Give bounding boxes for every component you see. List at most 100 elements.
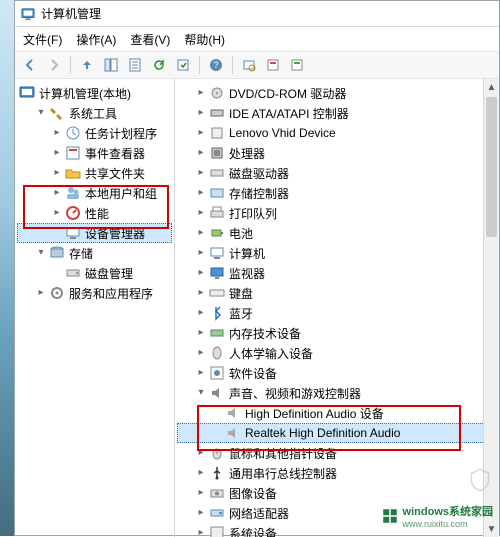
tree-item-local-users[interactable]: ▸ 本地用户和组 [17, 183, 172, 203]
expander-icon[interactable]: ▸ [51, 146, 63, 158]
scan-hardware-icon [242, 58, 256, 72]
tree-group-storage[interactable]: ▾ 存储 [17, 243, 172, 263]
device-category[interactable]: ▸DVD/CD-ROM 驱动器 [177, 83, 497, 103]
menu-file[interactable]: 文件(F) [23, 31, 62, 48]
back-icon [23, 58, 37, 72]
watermark-url: www.ruixitu.com [403, 519, 493, 529]
menu-view[interactable]: 查看(V) [130, 31, 170, 48]
expander-icon[interactable]: ▸ [51, 186, 63, 198]
svg-text:?: ? [213, 60, 218, 70]
computer-management-icon [19, 85, 35, 101]
back-button[interactable] [19, 54, 41, 76]
device-category[interactable]: ▸ 图像设备 [177, 483, 497, 503]
expander-icon[interactable]: ▸ [35, 286, 47, 298]
device-item[interactable]: Realtek High Definition Audio [177, 423, 497, 443]
device-category[interactable]: ▾声音、视频和游戏控制器 [177, 383, 497, 403]
expander-icon[interactable]: ▸ [195, 106, 207, 118]
expander-icon[interactable]: ▸ [195, 226, 207, 238]
title-bar[interactable]: 计算机管理 [15, 1, 499, 27]
tree-item-device-manager[interactable]: 设备管理器 [17, 223, 172, 243]
scan-hardware-button[interactable] [238, 54, 260, 76]
expander-icon[interactable]: ▸ [195, 326, 207, 338]
device-category[interactable]: ▸磁盘驱动器 [177, 163, 497, 183]
device-category-label: 内存技术设备 [229, 325, 301, 342]
device-category[interactable]: ▸打印队列 [177, 203, 497, 223]
up-icon [80, 58, 94, 72]
expander-icon[interactable]: ▸ [195, 346, 207, 358]
device-category-label: 存储控制器 [229, 185, 289, 202]
console-tree[interactable]: 计算机管理(本地) ▾ 系统工具 ▸ 任务计划程序 ▸ 事件查看器 [17, 83, 172, 303]
local-users-icon [65, 185, 81, 201]
expander-icon[interactable]: ▸ [195, 166, 207, 178]
expander-icon[interactable]: ▸ [195, 506, 207, 518]
device-category[interactable]: ▸Lenovo Vhid Device [177, 123, 497, 143]
tree-item-task-scheduler[interactable]: ▸ 任务计划程序 [17, 123, 172, 143]
device-category[interactable]: ▸处理器 [177, 143, 497, 163]
device-category[interactable]: ▸通用串行总线控制器 [177, 463, 497, 483]
device-props-button[interactable] [262, 54, 284, 76]
device-category[interactable]: ▸监视器 [177, 263, 497, 283]
device-category[interactable]: ▸计算机 [177, 243, 497, 263]
expander-icon[interactable]: ▸ [51, 206, 63, 218]
device-category[interactable]: ▸鼠标和其他指针设备 [177, 443, 497, 463]
expander-icon[interactable]: ▸ [195, 206, 207, 218]
expander-icon[interactable]: ▸ [195, 126, 207, 138]
export-button[interactable] [172, 54, 194, 76]
device-category[interactable]: ▸蓝牙 [177, 303, 497, 323]
forward-button[interactable] [43, 54, 65, 76]
tree-group-system-tools[interactable]: ▾ 系统工具 [17, 103, 172, 123]
up-button[interactable] [76, 54, 98, 76]
expander-icon[interactable]: ▸ [195, 86, 207, 98]
device-enable-button[interactable] [286, 54, 308, 76]
device-category[interactable]: ▸人体学输入设备 [177, 343, 497, 363]
expander-icon[interactable]: ▸ [195, 526, 207, 537]
ide-controller-icon [209, 105, 225, 121]
device-item[interactable]: High Definition Audio 设备 [177, 403, 497, 423]
scroll-up-arrow[interactable]: ▲ [484, 79, 499, 95]
print-queue-icon [209, 205, 225, 221]
expander-icon[interactable]: ▸ [195, 266, 207, 278]
expander-icon[interactable]: ▸ [51, 166, 63, 178]
menu-help[interactable]: 帮助(H) [184, 31, 225, 48]
refresh-button[interactable] [148, 54, 170, 76]
device-category-label: 图像设备 [229, 485, 277, 502]
keyboard-icon [209, 285, 225, 301]
device-category[interactable]: ▸软件设备 [177, 363, 497, 383]
device-category[interactable]: ▸电池 [177, 223, 497, 243]
expander-spacer [211, 426, 223, 438]
watermark-secondary [467, 467, 493, 493]
device-category-label: IDE ATA/ATAPI 控制器 [229, 105, 349, 122]
expander-icon[interactable]: ▸ [195, 466, 207, 478]
tree-item-shared-folders[interactable]: ▸ 共享文件夹 [17, 163, 172, 183]
expander-icon[interactable]: ▸ [195, 286, 207, 298]
tree-item-disk-management[interactable]: 磁盘管理 [17, 263, 172, 283]
expander-icon[interactable]: ▸ [195, 246, 207, 258]
help-button[interactable]: ? [205, 54, 227, 76]
expander-icon[interactable]: ▾ [35, 106, 47, 118]
menu-action[interactable]: 操作(A) [76, 31, 116, 48]
expander-icon[interactable]: ▾ [195, 386, 207, 398]
tree-group-services[interactable]: ▸ 服务和应用程序 [17, 283, 172, 303]
toolbar-separator [232, 56, 233, 74]
tree-root[interactable]: 计算机管理(本地) [17, 83, 172, 103]
expander-icon[interactable]: ▸ [195, 446, 207, 458]
expander-icon[interactable]: ▸ [195, 146, 207, 158]
expander-icon[interactable]: ▾ [35, 246, 47, 258]
tree-item-event-viewer[interactable]: ▸ 事件查看器 [17, 143, 172, 163]
show-hide-tree-button[interactable] [100, 54, 122, 76]
expander-icon[interactable]: ▸ [51, 126, 63, 138]
device-category[interactable]: ▸ 存储控制器 [177, 183, 497, 203]
expander-icon[interactable]: ▸ [195, 366, 207, 378]
device-manager-icon [65, 225, 81, 241]
scroll-thumb[interactable] [486, 97, 497, 237]
expander-icon[interactable]: ▸ [195, 306, 207, 318]
tree-item-label: 事件查看器 [85, 145, 145, 162]
device-tree[interactable]: ▸DVD/CD-ROM 驱动器▸IDE ATA/ATAPI 控制器▸Lenovo… [177, 83, 497, 537]
properties-button[interactable] [124, 54, 146, 76]
tree-item-performance[interactable]: ▸ 性能 [17, 203, 172, 223]
expander-icon[interactable]: ▸ [195, 186, 207, 198]
device-category[interactable]: ▸ IDE ATA/ATAPI 控制器 [177, 103, 497, 123]
device-category[interactable]: ▸ 内存技术设备 [177, 323, 497, 343]
expander-icon[interactable]: ▸ [195, 486, 207, 498]
device-category[interactable]: ▸键盘 [177, 283, 497, 303]
